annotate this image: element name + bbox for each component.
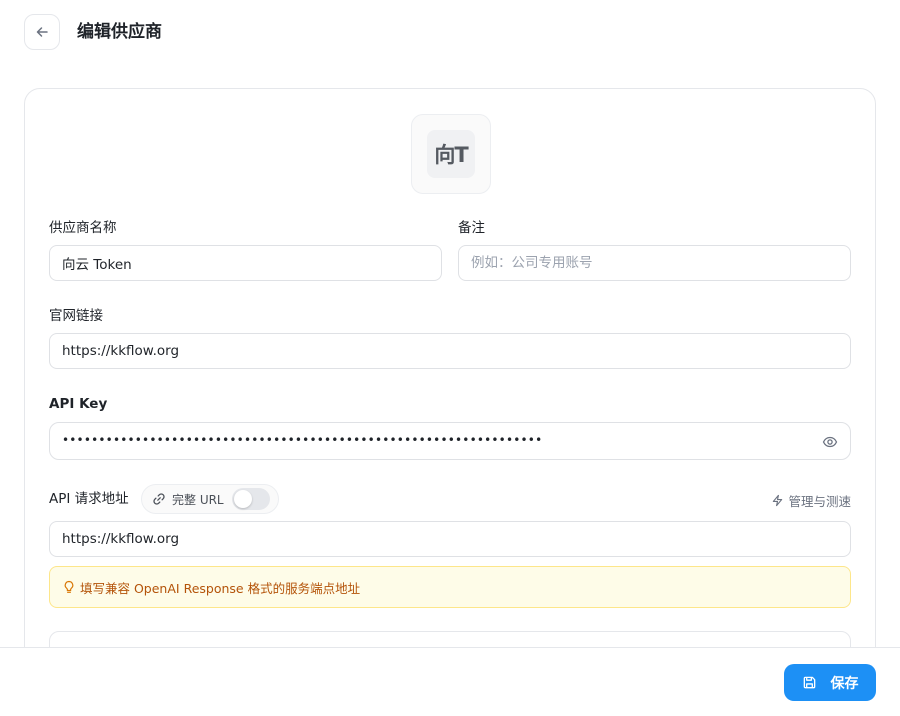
save-button[interactable]: 保存 (784, 664, 876, 701)
lightbulb-icon (64, 580, 74, 593)
manage-speedtest-link[interactable]: 管理与测速 (771, 491, 851, 510)
full-url-toggle-group: 完整 URL (141, 484, 279, 514)
api-key-label: API Key (49, 396, 108, 412)
note-label: 备注 (458, 220, 485, 236)
api-key-field[interactable]: ••••••••••••••••••••••••••••••••••••••••… (49, 422, 851, 460)
provider-logo[interactable]: 向T (411, 114, 491, 194)
manage-speedtest-label: 管理与测速 (788, 494, 851, 509)
switch-knob (233, 490, 252, 508)
arrow-left-icon (36, 27, 48, 37)
link-icon (153, 493, 165, 505)
name-label: 供应商名称 (49, 220, 117, 236)
save-label: 保存 (830, 675, 859, 692)
hint-text: 填写兼容 OpenAI Response 格式的服务端点地址 (80, 580, 361, 596)
provider-form-card: 向T 供应商名称 备注 官网链接 API Key •••••••••••••••… (24, 88, 876, 708)
website-label: 官网链接 (49, 308, 103, 324)
hint-banner: 填写兼容 OpenAI Response 格式的服务端点地址 (49, 566, 851, 608)
back-button[interactable] (24, 14, 60, 50)
full-url-switch[interactable] (231, 488, 270, 510)
eye-icon (822, 436, 838, 448)
footer-bar: 保存 (0, 647, 900, 716)
toggle-visibility-button[interactable] (820, 432, 840, 452)
edit-provider-page: 编辑供应商 向T 供应商名称 备注 官网链接 API Key •••••••••… (0, 0, 900, 716)
page-title: 编辑供应商 (77, 22, 162, 42)
api-url-label: API 请求地址 (49, 491, 129, 507)
api-key-value: ••••••••••••••••••••••••••••••••••••••••… (62, 433, 543, 447)
save-icon (803, 676, 815, 689)
api-url-input[interactable] (49, 521, 851, 557)
provider-name-input[interactable] (49, 245, 442, 281)
lightning-icon (773, 494, 783, 507)
provider-logo-text: 向T (427, 130, 475, 178)
website-input[interactable] (49, 333, 851, 369)
note-input[interactable] (458, 245, 851, 281)
full-url-label: 完整 URL (172, 492, 224, 507)
